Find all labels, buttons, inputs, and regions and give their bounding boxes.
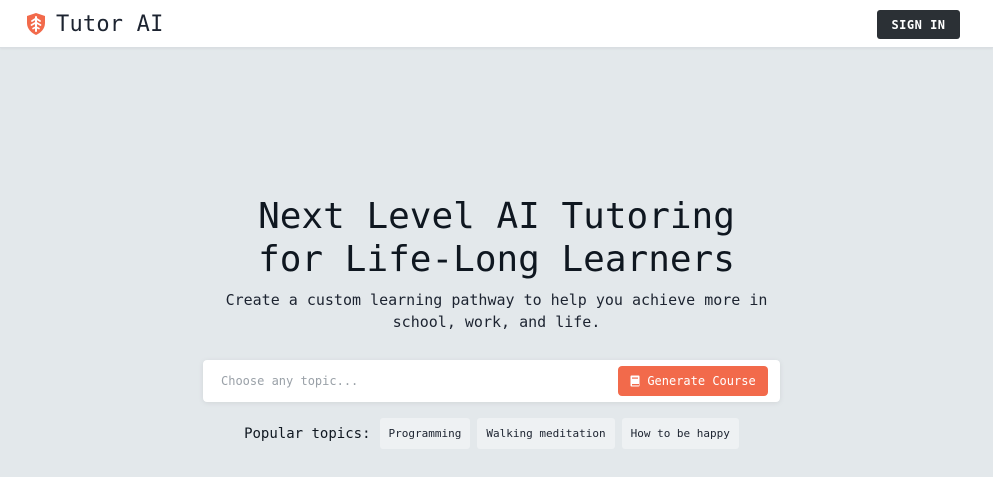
brand[interactable]: Tutor AI [24,10,164,38]
generate-course-label: Generate Course [647,374,756,388]
brand-name: Tutor AI [56,11,164,37]
topic-chip-walking-meditation[interactable]: Walking meditation [477,418,615,449]
book-icon [630,375,640,387]
top-navbar: Tutor AI SIGN IN [0,0,993,48]
topic-input[interactable] [209,366,609,396]
hero-title: Next Level AI Tutoring for Life-Long Lea… [258,196,735,280]
topic-chip-how-to-be-happy[interactable]: How to be happy [621,418,739,449]
topic-chip-programming[interactable]: Programming [379,418,471,449]
popular-topics-label: Popular topics: [244,425,371,442]
generate-course-button[interactable]: Generate Course [618,366,768,396]
topic-search-card: Generate Course [203,360,780,402]
hero-subtitle: Create a custom learning pathway to help… [225,291,768,331]
shield-tree-logo-icon [24,12,48,36]
hero-section: Next Level AI Tutoring for Life-Long Lea… [0,195,993,333]
popular-topics: Popular topics: Programming Walking medi… [0,418,993,449]
sign-in-button[interactable]: SIGN IN [877,10,960,39]
